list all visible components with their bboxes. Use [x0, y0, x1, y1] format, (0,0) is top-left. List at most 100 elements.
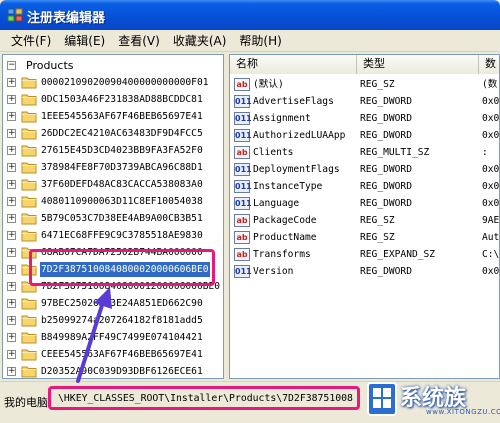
value-row[interactable]: 011 Language REG_DWORD 0x0: [230, 195, 499, 212]
folder-icon: [21, 144, 37, 157]
registry-app-icon: [7, 8, 23, 22]
column-header-type[interactable]: 类型: [357, 55, 479, 74]
menu-view[interactable]: 查看(V): [113, 32, 165, 49]
expand-icon[interactable]: +: [7, 316, 16, 325]
value-data: Aut: [482, 232, 500, 243]
value-type: REG_DWORD: [360, 113, 412, 124]
status-computer-label: 我的电脑: [4, 396, 48, 409]
expand-icon[interactable]: +: [7, 95, 16, 104]
value-name: ProductName: [253, 232, 317, 243]
expand-icon[interactable]: +: [7, 112, 16, 121]
value-name: Version: [253, 266, 294, 277]
folder-icon: [21, 76, 37, 89]
folder-icon: [21, 93, 37, 106]
expand-icon[interactable]: +: [7, 265, 16, 274]
tree-item[interactable]: +0DC1503A46F231838AD88BCDDC81: [3, 91, 223, 108]
value-data: 0x0: [482, 266, 500, 277]
value-name: Clients: [253, 147, 294, 158]
expand-icon[interactable]: +: [7, 333, 16, 342]
value-row[interactable]: ab PackageCode REG_SZ 9AE: [230, 212, 500, 229]
menu-edit[interactable]: 编辑(E): [59, 32, 110, 49]
binary-value-icon: 011: [234, 95, 252, 108]
string-value-icon: ab: [234, 146, 250, 159]
value-type: REG_DWORD: [360, 130, 412, 141]
value-row[interactable]: 011 InstanceType REG_DWORD 0x0: [230, 178, 500, 195]
expand-icon[interactable]: +: [7, 78, 16, 87]
menu-favorites[interactable]: 收藏夹(A): [168, 32, 232, 49]
folder-icon: [21, 161, 37, 174]
value-type: REG_SZ: [360, 215, 395, 226]
watermark-logo-url: www.XITONGZU.COM: [426, 408, 500, 416]
string-value-icon: ab: [234, 231, 250, 244]
menu-bar: 文件(F) 编辑(E) 查看(V) 收藏夹(A) 帮助(H): [0, 30, 500, 52]
value-row[interactable]: ab (默认) REG_SZ (数: [230, 76, 499, 93]
value-row[interactable]: 011 AuthorizedLUAApp REG_DWORD 0x0: [230, 127, 499, 144]
annotation-highlight-status-path: [48, 386, 360, 410]
value-name: AuthorizedLUAApp: [253, 130, 346, 141]
string-value-icon: ab: [234, 214, 250, 227]
folder-icon: [21, 314, 37, 327]
expand-icon[interactable]: +: [7, 282, 16, 291]
expand-icon[interactable]: +: [7, 350, 16, 359]
menu-file[interactable]: 文件(F): [6, 32, 56, 49]
value-data: 0x0: [482, 181, 500, 192]
expand-icon[interactable]: +: [7, 146, 16, 155]
annotation-arrow-icon: [76, 287, 112, 383]
value-type: REG_EXPAND_SZ: [360, 249, 436, 260]
value-name: DeploymentFlags: [253, 164, 340, 175]
expand-icon[interactable]: +: [7, 180, 16, 189]
tree-item-label: 378984FE8F70D3739ABCA96C88D1: [41, 162, 203, 173]
tree-item[interactable]: +00002109020090400000000000F01: [3, 74, 223, 91]
column-header-name[interactable]: 名称: [230, 55, 357, 74]
expand-icon[interactable]: +: [7, 231, 16, 240]
tree-item[interactable]: +1EEE545563AF67F46BEB65697E41: [3, 108, 223, 125]
expand-icon[interactable]: +: [7, 129, 16, 138]
tree-item[interactable]: +27615E45D3CD4023BB9FA3FA52F0: [3, 142, 223, 159]
value-row[interactable]: 011 AdvertiseFlags REG_DWORD 0x0: [230, 93, 499, 110]
value-type: REG_DWORD: [360, 181, 412, 192]
value-row[interactable]: ab ProductName REG_SZ Aut: [230, 229, 500, 246]
value-data: :: [482, 147, 488, 158]
tree-item[interactable]: +4080110900063D11C8EF10054038: [3, 193, 223, 210]
folder-icon: [21, 127, 37, 140]
value-type: REG_MULTI_SZ: [360, 147, 430, 158]
folder-icon: [21, 212, 37, 225]
tree-item[interactable]: +26DDC2EC4210AC63483DF9D4FCC5: [3, 125, 223, 142]
tree-item-label: 37F60DEFD48AC83CACCA538083A0: [41, 179, 203, 190]
list-header: 名称 类型 数: [230, 55, 499, 74]
value-row[interactable]: ab Clients REG_MULTI_SZ:: [230, 144, 499, 161]
expand-icon[interactable]: +: [7, 197, 16, 206]
value-data: 0x0: [482, 113, 500, 124]
value-row[interactable]: ab Transforms REG_EXPAND_SZ C:\: [230, 246, 499, 263]
tree-item[interactable]: +5B79C053C7D38EE4AB9A00CB3B51: [3, 210, 223, 227]
value-row[interactable]: 011 Assignment REG_DWORD 0x0: [230, 110, 500, 127]
tree-item[interactable]: +37F60DEFD48AC83CACCA538083A0: [3, 176, 223, 193]
registry-value-list[interactable]: 名称 类型 数 ab (默认) REG_SZ (数 011 AdvertiseFlags R…: [229, 54, 500, 379]
binary-value-icon: 011: [234, 129, 252, 142]
folder-icon: [21, 365, 37, 378]
value-name: AdvertiseFlags: [253, 96, 334, 107]
value-row[interactable]: 011 Version REG_DWORD 0x0: [230, 263, 500, 280]
expand-icon[interactable]: +: [7, 248, 16, 257]
tree-item-label: 6471EC68FFE9C9C3785518AE9830: [41, 230, 203, 241]
value-name: Assignment: [253, 113, 311, 124]
menu-help[interactable]: 帮助(H): [234, 32, 286, 49]
tree-root-products[interactable]: − Products: [3, 57, 223, 74]
tree-item[interactable]: +378984FE8F70D3739ABCA96C88D1: [3, 159, 223, 176]
value-name: (默认): [253, 79, 284, 90]
expand-icon[interactable]: +: [7, 367, 16, 376]
column-header-data[interactable]: 数: [479, 55, 499, 74]
expand-icon[interactable]: +: [7, 163, 16, 172]
collapse-icon[interactable]: −: [7, 61, 16, 70]
title-bar[interactable]: 注册表编辑器: [0, 0, 500, 30]
tree-item-label: 5B79C053C7D38EE4AB9A00CB3B51: [41, 213, 203, 224]
annotation-highlight-tree-selection: [29, 249, 215, 286]
value-type: REG_SZ: [360, 232, 395, 243]
value-type: REG_DWORD: [360, 198, 412, 209]
value-row[interactable]: 011 DeploymentFlags REG_DWORD 0x0: [230, 161, 499, 178]
expand-icon[interactable]: +: [7, 299, 16, 308]
expand-icon[interactable]: +: [7, 214, 16, 223]
value-data: 9AE: [482, 215, 500, 226]
tree-item-label: 4080110900063D11C8EF10054038: [41, 196, 203, 207]
tree-item[interactable]: +6471EC68FFE9C9C3785518AE9830: [3, 227, 223, 244]
